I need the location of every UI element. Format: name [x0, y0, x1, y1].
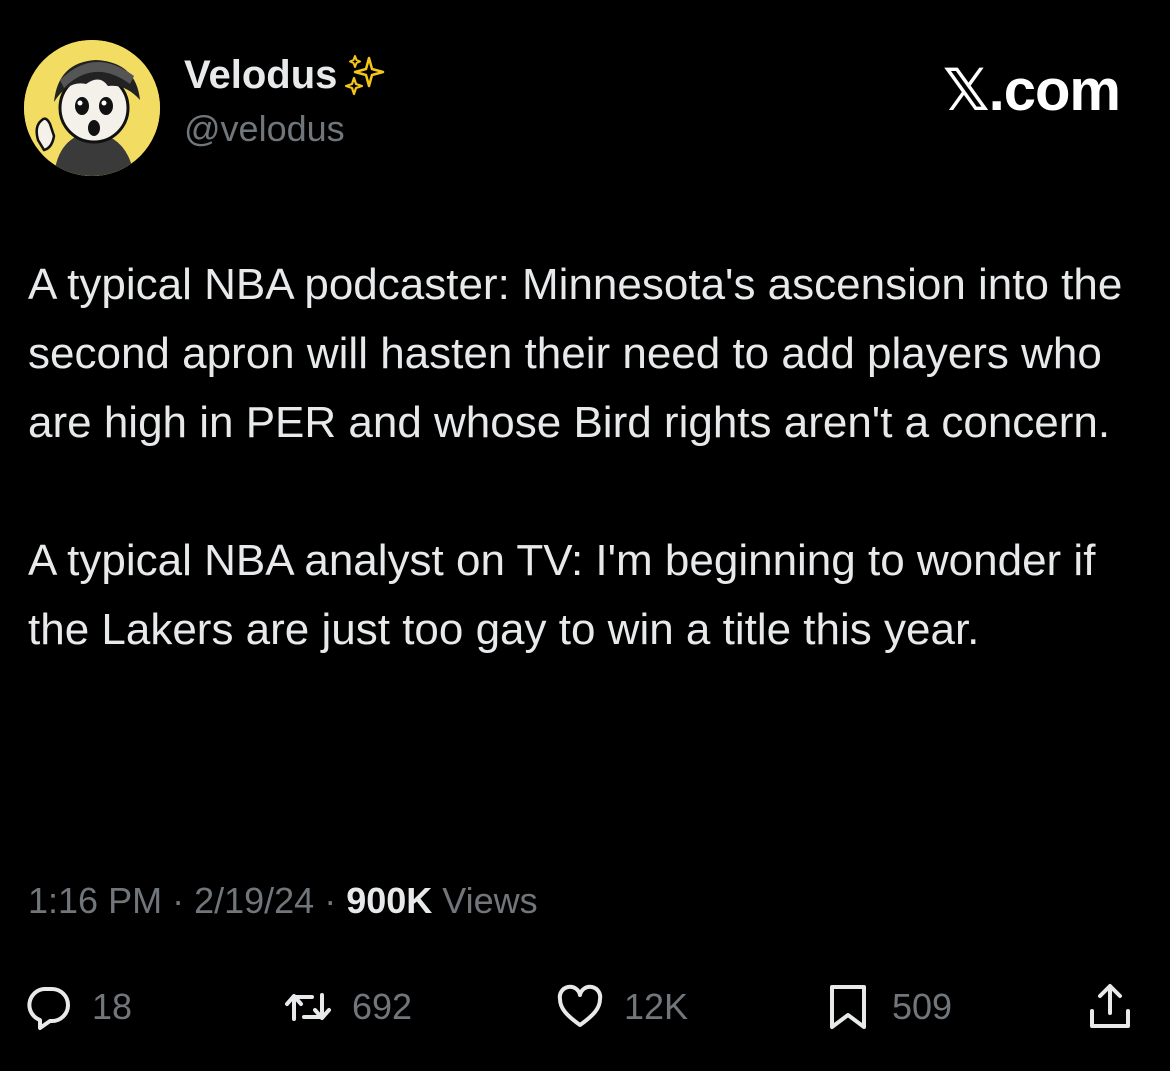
tweet-paragraph: A typical NBA analyst on TV: I'm beginni… — [28, 536, 1096, 654]
tweet-date[interactable]: 2/19/24 — [194, 880, 314, 921]
bookmark-button[interactable]: 509 — [824, 980, 952, 1034]
author-handle[interactable]: @velodus — [184, 108, 345, 150]
repost-button[interactable]: 692 — [284, 980, 412, 1034]
share-button[interactable] — [1086, 980, 1134, 1034]
reply-count: 18 — [92, 986, 133, 1027]
like-button[interactable]: 12K — [556, 980, 688, 1034]
tweet-text: A typical NBA podcaster: Minnesota's asc… — [28, 250, 1148, 664]
views-count: 900K — [346, 880, 433, 921]
action-bar: 18 692 12K 509 — [0, 980, 1170, 1034]
avatar[interactable] — [24, 40, 160, 176]
brand-label: 𝕏.com — [942, 58, 1121, 123]
author-name-row[interactable]: Velodus — [184, 52, 389, 98]
author-display-name[interactable]: Velodus — [184, 53, 337, 98]
bookmark-icon — [830, 985, 866, 1029]
tweet-time[interactable]: 1:16 PM — [28, 880, 162, 921]
meta-separator: · — [162, 880, 195, 921]
repost-icon — [285, 993, 331, 1021]
reply-button[interactable]: 18 — [24, 980, 132, 1034]
views-label: Views — [432, 880, 538, 921]
meta-separator: · — [314, 880, 347, 921]
bookmark-count: 509 — [892, 986, 953, 1027]
like-count: 12K — [624, 986, 689, 1027]
repost-count: 692 — [352, 986, 413, 1027]
tweet-paragraph: A typical NBA podcaster: Minnesota's asc… — [28, 260, 1123, 447]
tweet-meta: 1:16 PM · 2/19/24 · 900K Views — [28, 880, 538, 922]
reply-icon — [27, 987, 70, 1030]
share-icon — [1090, 984, 1130, 1028]
sparkles-icon — [345, 55, 385, 96]
heart-icon — [557, 984, 603, 1027]
avatar-illustration — [24, 40, 160, 176]
